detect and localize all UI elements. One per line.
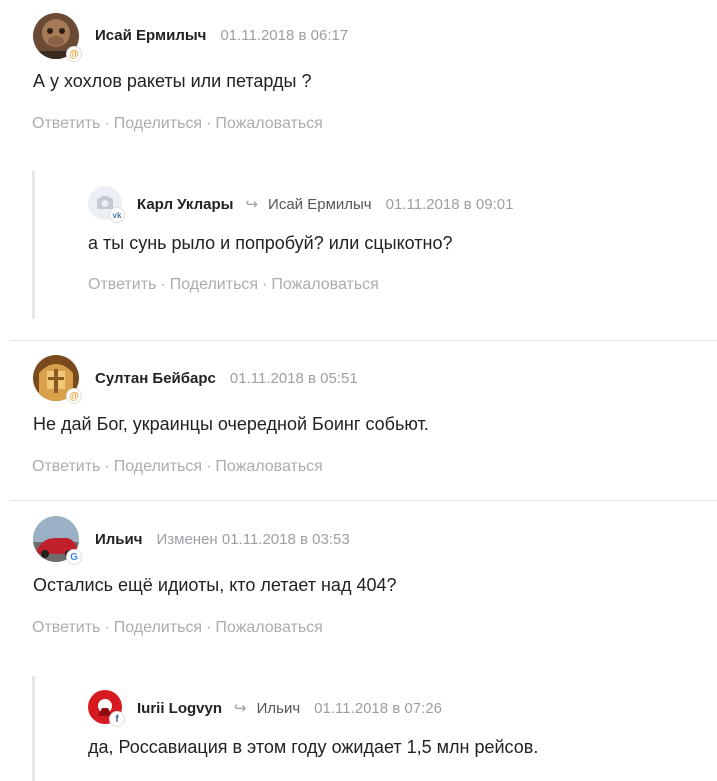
- reply-thread-line: [32, 676, 35, 781]
- separator: ·: [104, 458, 110, 475]
- avatar[interactable]: @: [33, 355, 82, 404]
- avatar[interactable]: vk: [88, 186, 125, 223]
- report-button[interactable]: Пожаловаться: [215, 115, 322, 132]
- reply-to-name[interactable]: Ильич: [257, 700, 301, 717]
- comment-divider: [10, 340, 717, 341]
- share-button[interactable]: Поделиться: [170, 276, 258, 293]
- share-button[interactable]: Поделиться: [114, 458, 202, 475]
- reply-button[interactable]: Ответить: [32, 619, 100, 636]
- mail-badge-icon: @: [66, 388, 82, 404]
- separator: ·: [206, 619, 212, 636]
- separator: ·: [104, 115, 110, 132]
- reply-button[interactable]: Ответить: [32, 115, 100, 132]
- reply-arrow-icon: ↪: [234, 700, 247, 717]
- comment-text: а ты сунь рыло и попробуй? или сцыкотно?: [88, 233, 453, 253]
- comment-text: Не дай Бог, украинцы очередной Боинг соб…: [33, 414, 429, 434]
- author-name[interactable]: Карл Уклары: [137, 196, 233, 213]
- facebook-badge-icon: f: [109, 711, 125, 727]
- google-badge-icon: G: [66, 549, 82, 565]
- comment-text: да, Россавиация в этом году ожидает 1,5 …: [88, 737, 539, 757]
- avatar[interactable]: f: [88, 690, 125, 727]
- comment-date[interactable]: 01.11.2018 в 09:01: [386, 196, 514, 213]
- reply-button[interactable]: Ответить: [88, 276, 156, 293]
- author-name[interactable]: Ильич: [95, 531, 142, 548]
- mail-badge-icon: @: [66, 46, 82, 62]
- avatar[interactable]: @: [33, 13, 82, 62]
- report-button[interactable]: Пожаловаться: [215, 458, 322, 475]
- comment-actions: Ответить · Поделиться · Пожаловаться: [32, 115, 323, 133]
- separator: ·: [262, 276, 268, 293]
- report-button[interactable]: Пожаловаться: [215, 619, 322, 636]
- comment-actions: Ответить · Поделиться · Пожаловаться: [88, 276, 379, 294]
- vk-badge-icon: vk: [109, 207, 125, 223]
- author-name[interactable]: Султан Бейбарс: [95, 370, 216, 387]
- comment-text: А у хохлов ракеты или петарды ?: [33, 71, 312, 91]
- comment-date[interactable]: 01.11.2018 в 05:51: [230, 370, 358, 387]
- comment-text: Остались ещё идиоты, кто летает над 404?: [33, 575, 397, 595]
- comment-date[interactable]: 01.11.2018 в 06:17: [220, 27, 348, 44]
- reply-to-name[interactable]: Исай Ермилыч: [268, 196, 372, 213]
- share-button[interactable]: Поделиться: [114, 619, 202, 636]
- comment-actions: Ответить · Поделиться · Пожаловаться: [32, 619, 323, 637]
- separator: ·: [206, 115, 212, 132]
- comment-date[interactable]: 01.11.2018 в 07:26: [314, 700, 442, 717]
- comment-divider: [10, 500, 717, 501]
- reply-button[interactable]: Ответить: [32, 458, 100, 475]
- separator: ·: [206, 458, 212, 475]
- avatar[interactable]: G: [33, 516, 82, 565]
- comment-actions: Ответить · Поделиться · Пожаловаться: [32, 458, 323, 476]
- comment-date[interactable]: Изменен 01.11.2018 в 03:53: [156, 531, 349, 548]
- report-button[interactable]: Пожаловаться: [271, 276, 378, 293]
- separator: ·: [104, 619, 110, 636]
- reply-thread-line: [32, 171, 35, 319]
- share-button[interactable]: Поделиться: [114, 115, 202, 132]
- separator: ·: [160, 276, 166, 293]
- reply-arrow-icon: ↪: [245, 196, 259, 213]
- author-name[interactable]: Исай Ермилыч: [95, 27, 206, 44]
- author-name[interactable]: Iurii Logvyn: [137, 700, 222, 717]
